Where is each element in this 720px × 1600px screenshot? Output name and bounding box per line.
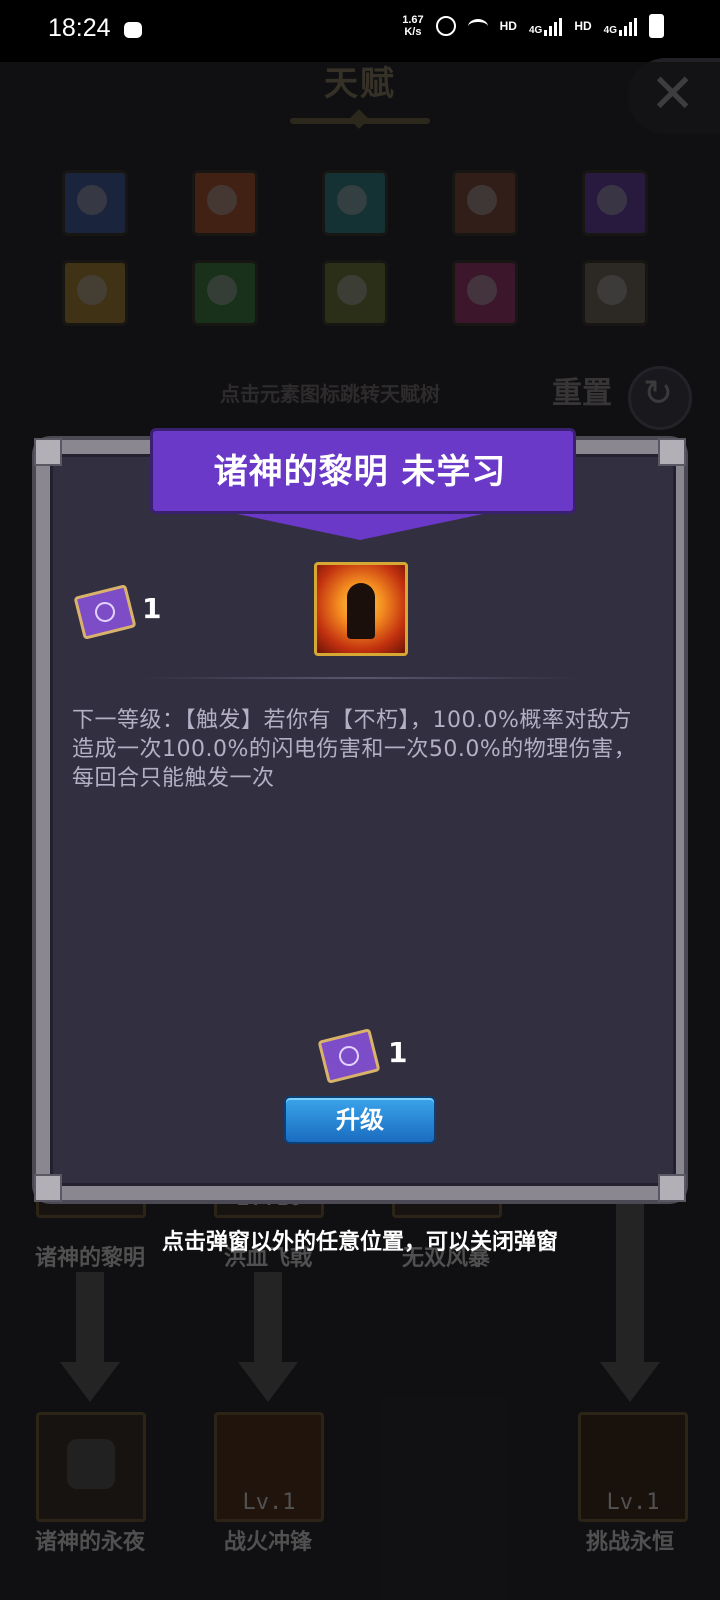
network-speed: 1.67 K/s (402, 14, 423, 38)
talent-dialog (34, 438, 686, 1202)
network-type-2: 4G (603, 25, 617, 36)
corner-ornament (34, 438, 62, 466)
close-hint: 点击弹窗以外的任意位置，可以关闭弹窗 (161, 1230, 558, 1255)
corner-ornament (34, 1174, 62, 1202)
upgrade-button[interactable]: 升级 (284, 1096, 436, 1144)
upgrade-cost-count: 1 (388, 1036, 408, 1069)
network-speed-unit: K/s (404, 26, 422, 38)
scroll-icon (73, 584, 137, 640)
signal-icon-2 (619, 16, 637, 36)
skill-portrait (314, 562, 408, 656)
skill-description: 下一等级：【触发】若你有【不朽】，100.0%概率对敌方造成一次100.0%的闪… (72, 708, 637, 791)
battery-icon (649, 14, 664, 38)
scroll-icon (317, 1028, 381, 1084)
hd-label-2: HD (574, 19, 592, 33)
hd-label-1: HD (499, 19, 517, 33)
wifi-icon (467, 18, 488, 34)
alarm-icon (435, 16, 456, 36)
status-time: 18:24 (48, 14, 111, 42)
signal-icon-1 (544, 16, 563, 36)
corner-ornament (658, 1174, 686, 1202)
dialog-title: 诸神的黎明 未学习 (213, 452, 507, 492)
corner-ornament (658, 438, 686, 466)
network-type-1: 4G (528, 25, 543, 36)
network-speed-value: 1.67 (402, 14, 424, 26)
gamepad-icon (124, 22, 142, 38)
divider (140, 677, 580, 679)
owned-scroll-count: 1 (142, 592, 162, 625)
upgrade-button-label: 升级 (336, 1106, 384, 1134)
status-bar: 18:24 1.67 K/s HD 4G HD 4G (0, 0, 720, 62)
